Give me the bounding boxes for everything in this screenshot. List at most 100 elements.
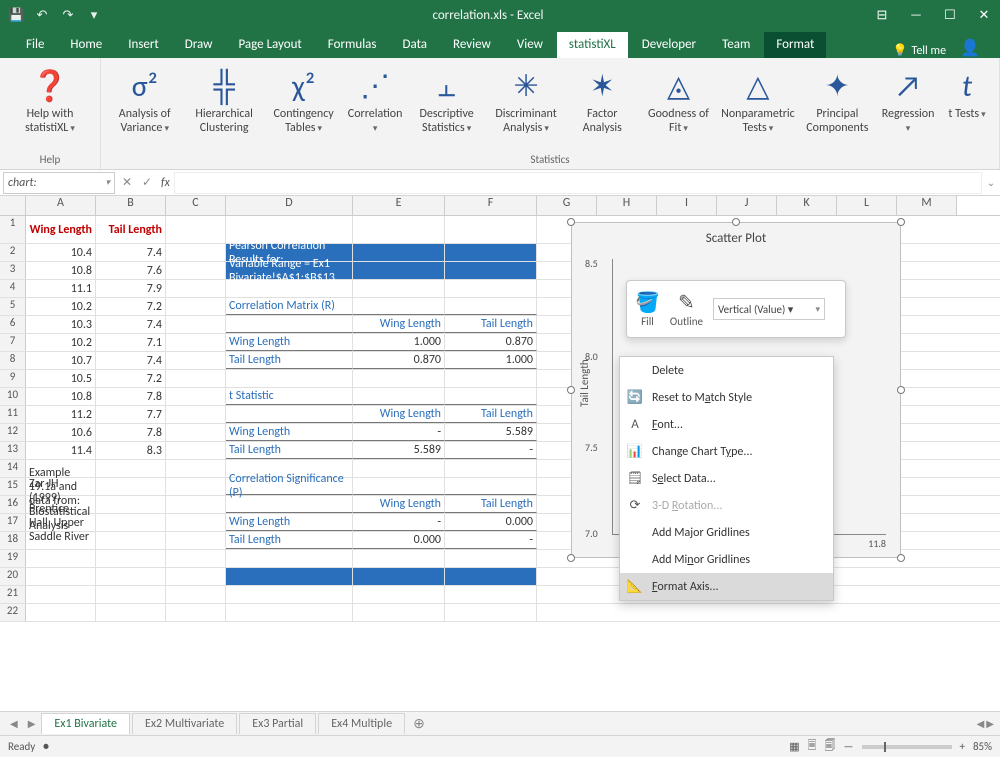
cell[interactable]: . xyxy=(96,514,166,531)
cell[interactable] xyxy=(96,532,166,549)
cell[interactable]: 7.2 xyxy=(96,298,166,315)
cell[interactable] xyxy=(353,568,445,585)
col-A[interactable]: A xyxy=(26,196,96,215)
btn-ttests[interactable]: tt Tests xyxy=(941,62,993,151)
redo-icon[interactable]: ↷ xyxy=(60,8,76,23)
cell[interactable] xyxy=(353,388,445,405)
cell[interactable]: 7.4 xyxy=(96,352,166,369)
cell[interactable]: 0.870 xyxy=(445,334,537,351)
cell[interactable] xyxy=(96,604,166,621)
zoom-in-icon[interactable]: + xyxy=(960,740,965,753)
tab-review[interactable]: Review xyxy=(441,32,503,58)
hscroll-right-icon[interactable]: ▶ xyxy=(986,717,994,730)
cell[interactable]: 11.4 xyxy=(26,442,96,459)
mini-toolbar[interactable]: 🪣Fill ✎Outline Vertical (Value) ▾ xyxy=(626,280,846,338)
cell[interactable] xyxy=(445,586,537,603)
cell[interactable] xyxy=(445,478,537,495)
cell[interactable]: 5.589 xyxy=(353,442,445,459)
cell[interactable]: 10.6 xyxy=(26,424,96,441)
menu-delete[interactable]: Delete xyxy=(620,357,833,384)
cell[interactable] xyxy=(445,298,537,315)
cell[interactable]: Prentice Hall, Upper Saddle River xyxy=(26,514,96,531)
sheet-tab[interactable]: Ex4 Multiple xyxy=(318,713,405,734)
cell[interactable]: 11.1 xyxy=(26,280,96,297)
cell[interactable] xyxy=(166,298,226,315)
cell[interactable] xyxy=(226,406,353,423)
btn-pca[interactable]: ✦Principal Components xyxy=(800,62,875,151)
cell[interactable] xyxy=(26,550,96,567)
axis-selector[interactable]: Vertical (Value) ▾ xyxy=(713,298,825,320)
cell[interactable] xyxy=(166,406,226,423)
cell[interactable] xyxy=(353,370,445,387)
col-K[interactable]: K xyxy=(777,196,837,215)
cell[interactable] xyxy=(226,496,353,513)
cell[interactable]: . xyxy=(96,496,166,513)
cell[interactable]: Wing Length xyxy=(353,316,445,333)
btn-descriptive[interactable]: ⫠Descriptive Statistics xyxy=(409,62,484,151)
cell[interactable]: Wing Length xyxy=(226,334,353,351)
cell[interactable]: Tail Length xyxy=(445,496,537,513)
col-I[interactable]: I xyxy=(657,196,717,215)
cell[interactable] xyxy=(166,244,226,261)
cell[interactable]: - xyxy=(353,424,445,441)
cell[interactable] xyxy=(445,280,537,297)
cell[interactable] xyxy=(353,244,445,261)
menu-font[interactable]: AFont... xyxy=(620,411,833,438)
cell[interactable]: 1.000 xyxy=(445,352,537,369)
cell[interactable] xyxy=(166,216,226,243)
resize-handle[interactable] xyxy=(567,386,575,394)
cell[interactable] xyxy=(166,352,226,369)
cell[interactable]: 10.7 xyxy=(26,352,96,369)
cell[interactable]: - xyxy=(445,442,537,459)
cell[interactable] xyxy=(166,568,226,585)
cell[interactable] xyxy=(445,370,537,387)
cell[interactable] xyxy=(353,216,445,243)
cell[interactable]: . xyxy=(166,514,226,531)
enter-icon[interactable]: ✓ xyxy=(137,175,157,190)
cell[interactable] xyxy=(226,370,353,387)
cell[interactable] xyxy=(166,604,226,621)
cell[interactable]: 7.4 xyxy=(96,244,166,261)
cell[interactable] xyxy=(166,460,226,477)
cell[interactable] xyxy=(166,316,226,333)
cell[interactable]: Tail Length xyxy=(445,406,537,423)
cell[interactable]: Wing Length xyxy=(26,216,96,243)
cell[interactable] xyxy=(445,388,537,405)
cell[interactable] xyxy=(353,478,445,495)
resize-handle[interactable] xyxy=(897,554,905,562)
tab-data[interactable]: Data xyxy=(391,32,440,58)
fill-button[interactable]: 🪣Fill xyxy=(635,290,660,328)
cell[interactable]: 7.2 xyxy=(96,370,166,387)
cell[interactable]: 10.8 xyxy=(26,388,96,405)
cell[interactable]: 11.2 xyxy=(26,406,96,423)
cancel-icon[interactable]: ✕ xyxy=(117,175,137,190)
cell[interactable] xyxy=(166,262,226,279)
worksheet[interactable]: A B C D E F G H I J K L M 1Wing LengthTa… xyxy=(0,196,1000,711)
cell[interactable]: 0.870 xyxy=(353,352,445,369)
tab-statistixl[interactable]: statistiXL xyxy=(557,32,628,58)
cell[interactable] xyxy=(226,316,353,333)
resize-handle[interactable] xyxy=(897,386,905,394)
cell[interactable]: 10.3 xyxy=(26,316,96,333)
col-G[interactable]: G xyxy=(537,196,597,215)
cell[interactable] xyxy=(26,532,96,549)
hscroll-left-icon[interactable]: ◀ xyxy=(977,717,985,730)
formula-input[interactable] xyxy=(174,172,982,194)
cell[interactable]: Tail Length xyxy=(226,352,353,369)
cell[interactable] xyxy=(96,550,166,567)
cell[interactable] xyxy=(166,532,226,549)
col-L[interactable]: L xyxy=(837,196,897,215)
cell[interactable]: - xyxy=(445,532,537,549)
cell[interactable] xyxy=(26,586,96,603)
cell[interactable]: . xyxy=(96,478,166,495)
cell[interactable] xyxy=(445,244,537,261)
cell[interactable]: 7.6 xyxy=(96,262,166,279)
menu-change-chart-type[interactable]: 📊Change Chart Type... xyxy=(620,438,833,465)
ribbon-options-icon[interactable]: ⊟ xyxy=(874,8,890,23)
tab-insert[interactable]: Insert xyxy=(116,32,171,58)
zoom-out-icon[interactable]: — xyxy=(844,740,854,753)
cell[interactable]: Correlation Significance (P) xyxy=(226,478,353,495)
btn-anova[interactable]: σ²Analysis of Variance xyxy=(107,62,182,151)
name-box[interactable]: chart: xyxy=(3,172,115,194)
view-pagebreak-icon[interactable]: 🗐 xyxy=(825,737,836,756)
